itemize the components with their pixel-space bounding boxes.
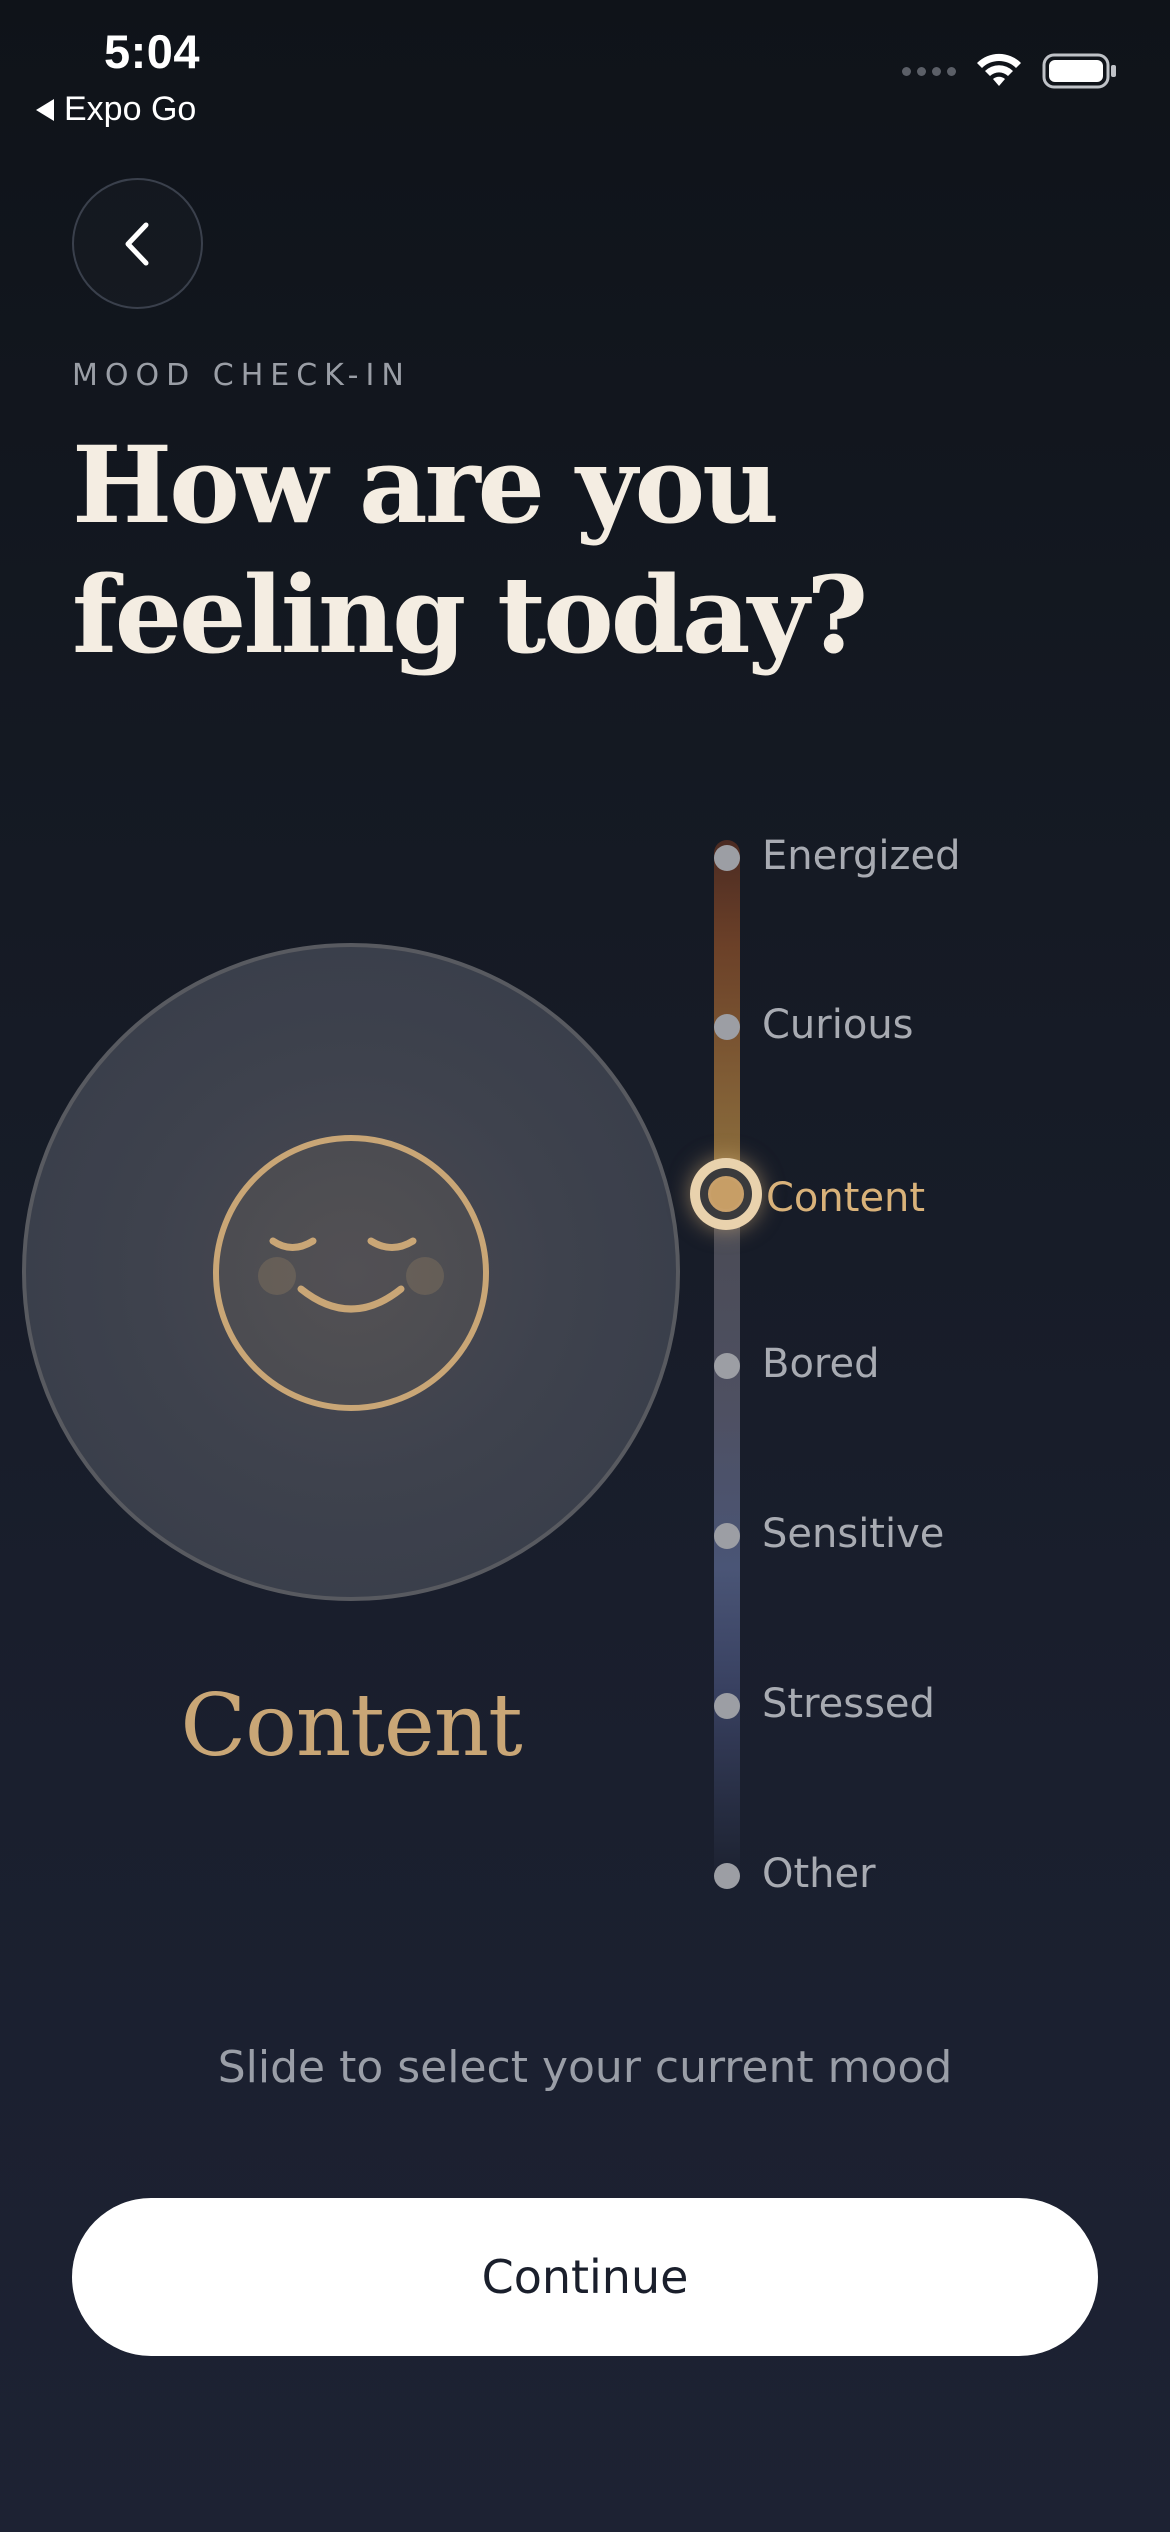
slider-thumb[interactable] — [690, 1158, 762, 1230]
stop-bored[interactable] — [714, 1353, 740, 1379]
mood-option-curious[interactable]: Curious — [762, 1000, 914, 1050]
mood-option-sensitive[interactable]: Sensitive — [762, 1509, 944, 1559]
mood-option-other[interactable]: Other — [762, 1849, 876, 1899]
battery-icon — [1042, 53, 1116, 89]
status-icons — [902, 52, 1118, 90]
selected-mood-name: Content — [180, 1676, 522, 1776]
continue-button[interactable]: Continue — [72, 2198, 1098, 2356]
mood-option-content[interactable]: Content — [766, 1173, 925, 1223]
slider-hint: Slide to select your current mood — [217, 2042, 953, 2093]
title-line-2: feeling today? — [72, 552, 868, 677]
page-title: How are you feeling today? — [72, 420, 972, 680]
mood-checkin-screen: 5:04 Expo Go MOOD CHECK-IN How are you f… — [0, 0, 1170, 2532]
section-eyebrow: MOOD CHECK-IN — [72, 358, 411, 393]
chevron-left-icon — [125, 222, 148, 265]
wifi-icon — [977, 53, 1021, 86]
stop-curious[interactable] — [714, 1014, 740, 1040]
mood-option-bored[interactable]: Bored — [762, 1339, 879, 1389]
stop-other[interactable] — [714, 1863, 740, 1889]
mood-option-energized[interactable]: Energized — [762, 831, 960, 881]
content-face-icon — [213, 1135, 489, 1411]
cellular-signal-icon — [902, 66, 956, 76]
title-line-1: How are you — [72, 422, 779, 547]
stop-sensitive[interactable] — [714, 1523, 740, 1549]
back-triangle-icon — [36, 98, 54, 121]
stop-energized[interactable] — [714, 845, 740, 871]
return-to-app-link[interactable]: Expo Go — [36, 90, 196, 129]
stop-stressed[interactable] — [714, 1693, 740, 1719]
mood-option-stressed[interactable]: Stressed — [762, 1679, 935, 1729]
back-button[interactable] — [72, 178, 203, 309]
status-time: 5:04 — [104, 25, 201, 78]
return-app-label: Expo Go — [64, 90, 197, 128]
